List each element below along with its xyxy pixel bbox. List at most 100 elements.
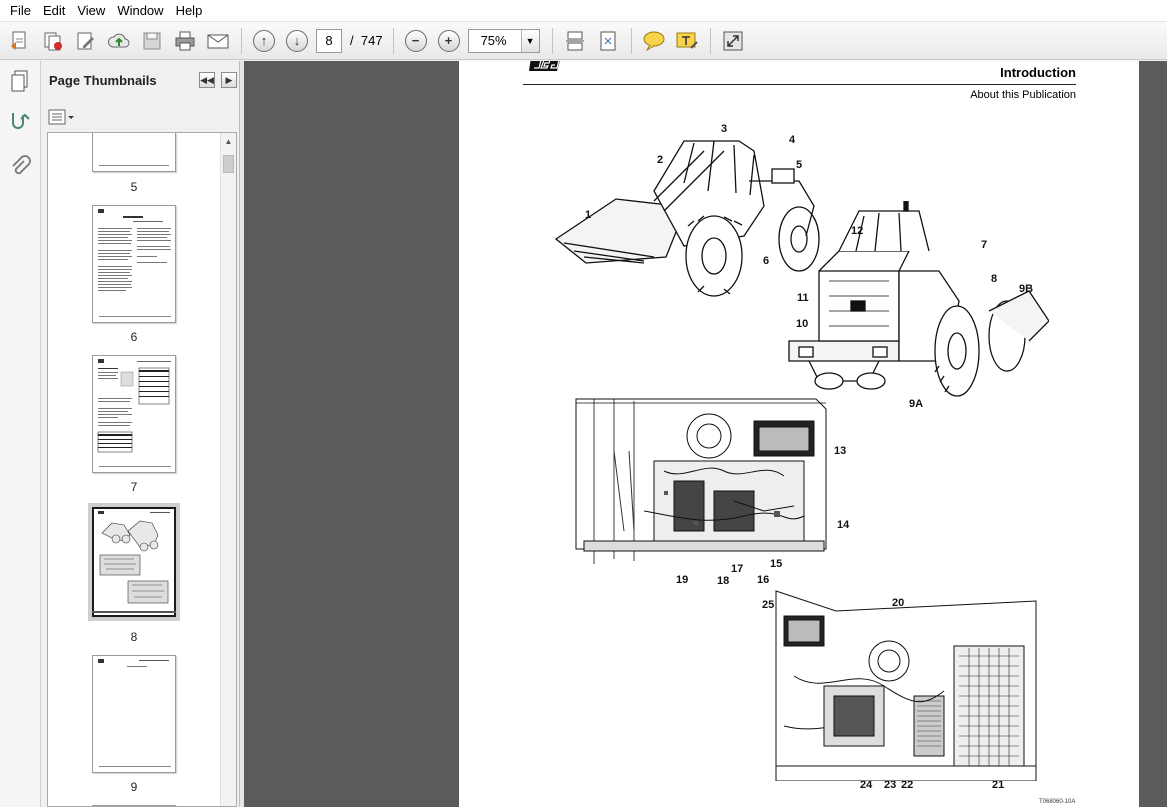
callout-label: 18 [717,575,730,587]
menu-edit[interactable]: Edit [37,0,71,22]
thumbnail-page-6[interactable] [92,205,176,323]
callout-label: 11 [797,292,809,304]
document-view[interactable]: Introduction About this Publication 1 2 … [244,61,1167,807]
callout-label: 3 [721,123,728,135]
highlight-text-icon[interactable] [673,27,701,55]
thumbnail-label: 8 [130,630,138,644]
callout-label: 14 [837,519,850,531]
toolbar-separator [241,27,242,54]
minus-icon: − [404,29,427,52]
zoom-out-button[interactable]: − [402,27,430,55]
thumbnail-label: 9 [130,780,138,794]
combine-files-icon[interactable] [39,27,67,55]
toolbar: ↑ ↓ / 747 − + ▼ [0,22,1167,60]
page-subheading: About this Publication [970,89,1076,101]
save-icon[interactable] [138,27,166,55]
thumbnail-page-7[interactable] [92,355,176,473]
signatures-icon[interactable] [6,107,34,135]
menu-window[interactable]: Window [111,0,169,22]
collapse-panel-button[interactable]: ◀◀ [199,72,215,88]
navigation-pane-strip [0,61,41,807]
toolbar-separator [551,27,553,54]
full-screen-icon[interactable] [719,27,747,55]
toolbar-separator [709,27,711,54]
callout-label: 24 [860,779,873,791]
scrolling-mode-icon[interactable] [561,27,589,55]
page-number-input[interactable] [316,28,342,53]
toolbar-separator [392,27,394,54]
thumbnail-list[interactable]: 5 6 7 8 9 ▲ [47,132,237,807]
thumbnails-panel: Page Thumbnails ◀◀ ▶ 5 6 7 8 9 ▲ [41,61,240,807]
callout-label: 6 [763,255,770,267]
menu-help[interactable]: Help [170,0,209,22]
edit-document-icon[interactable] [72,27,100,55]
callout-label: 23 [884,779,897,791]
previous-page-button[interactable]: ↑ [250,27,278,55]
page-count: / 747 [350,33,383,48]
callout-label: 2 [657,154,664,166]
callout-label: 15 [770,558,783,570]
attachments-icon[interactable] [6,153,34,181]
thumbnail-label: 6 [130,330,138,344]
thumbnail-label: 5 [130,180,138,194]
thumbnail-page-5[interactable] [92,133,176,172]
arrow-up-icon: ↑ [253,29,275,52]
toolbar-separator [630,27,632,54]
callout-label: 22 [901,779,914,791]
thumbnail-divider [92,611,176,613]
pdf-page: Introduction About this Publication 1 2 … [459,61,1139,807]
zoom-select[interactable]: ▼ [467,28,540,53]
callout-label: 7 [981,239,988,251]
fit-page-icon[interactable] [594,27,622,55]
scrollbar-thumb[interactable] [223,155,234,173]
callout-label: 25 [762,599,775,611]
callout-label: 10 [796,318,809,330]
create-pdf-icon[interactable] [6,27,34,55]
figure-code: T068060-10A [1039,799,1076,805]
page-heading: Introduction [1000,65,1076,80]
callout-label: 1 [585,209,592,221]
callout-label: 8 [991,273,998,285]
loader-rear-illustration [788,201,1049,397]
panel-title: Page Thumbnails [49,73,157,88]
callout-label: 5 [796,159,803,171]
callout-label: 12 [851,225,864,237]
total-pages: 747 [360,33,383,48]
zoom-input[interactable] [468,29,521,52]
menu-bar: File Edit View Window Help [0,0,1167,22]
menu-file[interactable]: File [4,0,37,22]
callout-label: 21 [992,779,1005,791]
thumbnail-page-9[interactable] [92,655,176,773]
callout-label: 13 [834,445,847,457]
engine-compartment-right-illustration [775,590,1037,781]
callout-label: 16 [757,574,770,586]
callout-label: 17 [731,563,744,575]
callout-label: 20 [892,597,905,609]
thumbnail-options-button[interactable] [47,107,77,127]
plus-icon: + [437,29,460,52]
callout-label: 9A [909,398,924,410]
zoom-in-button[interactable]: + [435,27,463,55]
page-separator: / [350,33,354,48]
callout-label: 4 [789,134,796,146]
jcb-logo [529,61,560,71]
upload-cloud-icon[interactable] [105,27,133,55]
page-thumbnails-icon[interactable] [6,67,34,95]
header-rule [523,84,1076,85]
next-page-button[interactable]: ↓ [283,27,311,55]
callout-label: 19 [676,574,689,586]
chevron-up-icon[interactable]: ▲ [221,133,236,149]
panel-header: Page Thumbnails ◀◀ ▶ [41,61,240,101]
thumbnail-scrollbar[interactable]: ▲ [220,133,236,806]
menu-view[interactable]: View [71,0,111,22]
callout-label: 9B [1019,283,1034,295]
print-icon[interactable] [171,27,199,55]
engine-compartment-left-illustration [575,398,827,564]
expand-panel-button[interactable]: ▶ [221,72,237,88]
thumbnail-page-8[interactable] [92,507,176,617]
comment-icon[interactable] [640,27,668,55]
thumbnail-label: 7 [130,480,138,494]
chevron-down-icon[interactable]: ▼ [520,29,539,52]
email-icon[interactable] [204,27,232,55]
arrow-down-icon: ↓ [286,29,308,52]
